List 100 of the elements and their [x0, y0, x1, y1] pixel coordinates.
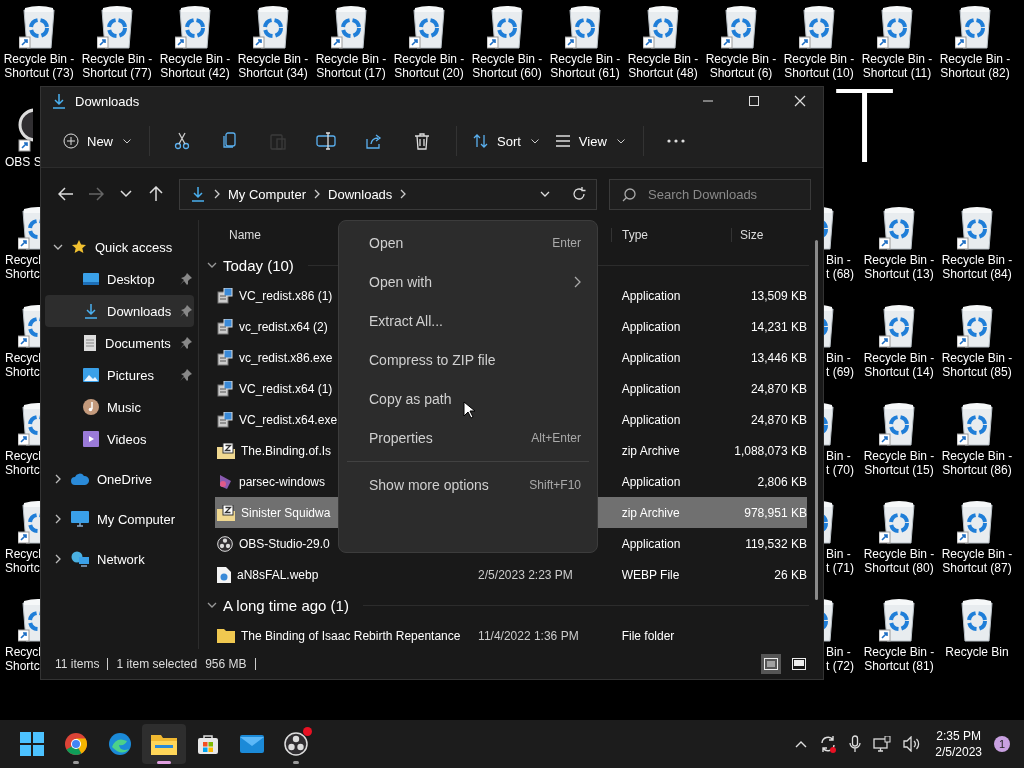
icon-label[interactable]: Recycle Bin - Shortcut (42): [159, 52, 231, 80]
icon-label[interactable]: Recycl Shortc: [5, 449, 41, 477]
icon-label[interactable]: Recycle Bin - Shortcut (17): [315, 52, 387, 80]
view-button[interactable]: View: [550, 123, 629, 159]
group-header[interactable]: Today (10): [223, 256, 294, 274]
icon-label[interactable]: Bin - t (72): [826, 645, 854, 673]
file-name[interactable]: VC_redist.x86 (1): [239, 288, 333, 303]
chevron-right-icon[interactable]: [53, 554, 63, 564]
file-name[interactable]: VC_redist.x64 (1): [239, 381, 333, 396]
sidebar-item[interactable]: My Computer: [45, 503, 194, 535]
column-header[interactable]: Type: [622, 228, 648, 242]
file-name[interactable]: VC_redist.x64.exe: [239, 412, 338, 427]
icon-label[interactable]: Recycle Bin - Shortcut (84): [941, 253, 1013, 281]
icon-label[interactable]: Recycle Bin - Shortcut (86): [941, 449, 1013, 477]
icon-label[interactable]: Recycl Shortc: [5, 253, 41, 281]
menu-item[interactable]: Open with: [339, 262, 597, 301]
sidebar-item[interactable]: Documents: [45, 327, 194, 359]
notification-badge[interactable]: 1: [994, 736, 1010, 752]
breadcrumb[interactable]: My Computer: [228, 186, 307, 202]
icon-label[interactable]: Recycle Bin - Shortcut (20): [393, 52, 465, 80]
file-name[interactable]: parsec-windows: [239, 474, 326, 489]
sidebar-item[interactable]: Videos: [45, 423, 194, 455]
microphone-icon[interactable]: [849, 735, 862, 753]
icon-label[interactable]: Recycle Bin - Shortcut (15): [863, 449, 935, 477]
sidebar-item[interactable]: Pictures: [45, 359, 194, 391]
group-header[interactable]: A long time ago (1): [223, 596, 349, 614]
sidebar-item[interactable]: Network: [45, 543, 194, 575]
column-header[interactable]: Size: [740, 228, 764, 242]
obs-icon[interactable]: [217, 535, 233, 552]
icon-label[interactable]: Recycle Bin - Shortcut (6): [705, 52, 777, 80]
refresh-icon[interactable]: [572, 187, 586, 201]
address-bar[interactable]: My Computer Downloads: [179, 178, 597, 210]
icon-label[interactable]: Recycle Bin: [945, 645, 1009, 659]
scrollbar[interactable]: [815, 240, 818, 600]
icon-label[interactable]: Recycle Bin - Shortcut (13): [863, 253, 935, 281]
chevron-right-icon[interactable]: [53, 514, 63, 524]
sidebar-item[interactable]: Desktop: [45, 263, 194, 295]
icon-label[interactable]: Bin - t (69): [826, 351, 854, 379]
new-button[interactable]: New: [59, 123, 135, 159]
icon-label[interactable]: Recycl Shortc: [5, 547, 41, 575]
sidebar-item[interactable]: Quick access: [45, 231, 194, 263]
chevron-right-icon: [574, 275, 581, 288]
file-name[interactable]: aN8sFAL.webp: [237, 567, 319, 582]
menu-item[interactable]: Compress to ZIP file: [339, 340, 597, 379]
icon-label[interactable]: Recycle Bin - Shortcut (80): [863, 547, 935, 575]
icon-label[interactable]: Recycle Bin - Shortcut (14): [863, 351, 935, 379]
sort-button[interactable]: Sort: [469, 123, 543, 159]
icon-label[interactable]: Bin - t (71): [826, 547, 854, 575]
search-field[interactable]: Search Downloads: [609, 178, 811, 210]
icon-label[interactable]: Recycl Shortc: [5, 645, 41, 673]
pin-icon: [180, 273, 192, 285]
chevron-down-icon[interactable]: [207, 600, 217, 610]
icon-label[interactable]: Recycle Bin - Shortcut (61): [549, 52, 621, 80]
sync-icon[interactable]: [819, 735, 838, 753]
icon-label[interactable]: Bin - t (70): [826, 449, 854, 477]
icon-label[interactable]: Recycle Bin - Shortcut (10): [783, 52, 855, 80]
icon-label[interactable]: Recycle Bin - Shortcut (11): [861, 52, 933, 80]
chevron-right-icon[interactable]: [314, 189, 321, 199]
icon-label[interactable]: Recycl Shortc: [5, 351, 41, 379]
menu-item[interactable]: Open Enter: [339, 223, 597, 262]
icon-label[interactable]: Recycle Bin - Shortcut (48): [627, 52, 699, 80]
chevron-right-icon[interactable]: [53, 474, 63, 484]
explorer-taskbar-button[interactable]: [142, 724, 186, 764]
chevron-right-icon[interactable]: [214, 189, 220, 199]
obs-icon[interactable]: [284, 732, 308, 756]
icon-label[interactable]: Recycle Bin - Shortcut (85): [941, 351, 1013, 379]
chevron-down-icon[interactable]: [53, 242, 63, 252]
sidebar-item[interactable]: OneDrive: [45, 463, 194, 495]
details-view-button[interactable]: [761, 654, 781, 674]
menu-item[interactable]: Properties Alt+Enter: [339, 418, 597, 457]
network-icon[interactable]: [873, 736, 892, 752]
file-type: Application: [620, 412, 682, 427]
icon-label[interactable]: Recycle Bin - Shortcut (82): [939, 52, 1011, 80]
file-name[interactable]: vc_redist.x64 (2): [239, 319, 328, 334]
menu-item[interactable]: Extract All...: [339, 301, 597, 340]
icon-label[interactable]: Recycle Bin - Shortcut (87): [941, 547, 1013, 575]
breadcrumb[interactable]: Downloads: [328, 186, 393, 202]
sidebar-item[interactable]: Downloads: [45, 295, 194, 327]
chevron-up-icon[interactable]: [795, 740, 808, 748]
icon-label[interactable]: Recycle Bin - Shortcut (81): [863, 645, 935, 673]
chevron-right-icon[interactable]: [400, 189, 407, 199]
file-name[interactable]: The Binding of Isaac Rebirth Repentance: [241, 628, 461, 643]
dropdown-caret-icon[interactable]: [540, 191, 550, 197]
file-name[interactable]: OBS-Studio-29.0: [239, 536, 330, 551]
volume-icon[interactable]: [903, 736, 922, 752]
chevron-down-icon[interactable]: [207, 260, 217, 270]
icon-label[interactable]: Recycle Bin - Shortcut (60): [471, 52, 543, 80]
icon-label[interactable]: Bin - t (68): [826, 253, 854, 281]
file-name[interactable]: Sinister Squidwa: [241, 505, 331, 520]
icon-label[interactable]: Recycle Bin - Shortcut (77): [81, 52, 153, 80]
menu-item[interactable]: Show more options Shift+F10: [339, 465, 597, 504]
icon-label[interactable]: Recycle Bin - Shortcut (73): [3, 52, 75, 80]
file-type: Application: [620, 350, 682, 365]
file-name[interactable]: The.Binding.of.Is: [241, 443, 332, 458]
file-name[interactable]: vc_redist.x86.exe: [239, 350, 333, 365]
sidebar-item[interactable]: Music: [45, 391, 194, 423]
menu-item[interactable]: Copy as path: [339, 379, 597, 418]
column-header[interactable]: Name: [229, 228, 261, 242]
clock[interactable]: 2:35 PM 2/5/2023: [935, 728, 982, 760]
icon-label[interactable]: Recycle Bin - Shortcut (34): [237, 52, 309, 80]
